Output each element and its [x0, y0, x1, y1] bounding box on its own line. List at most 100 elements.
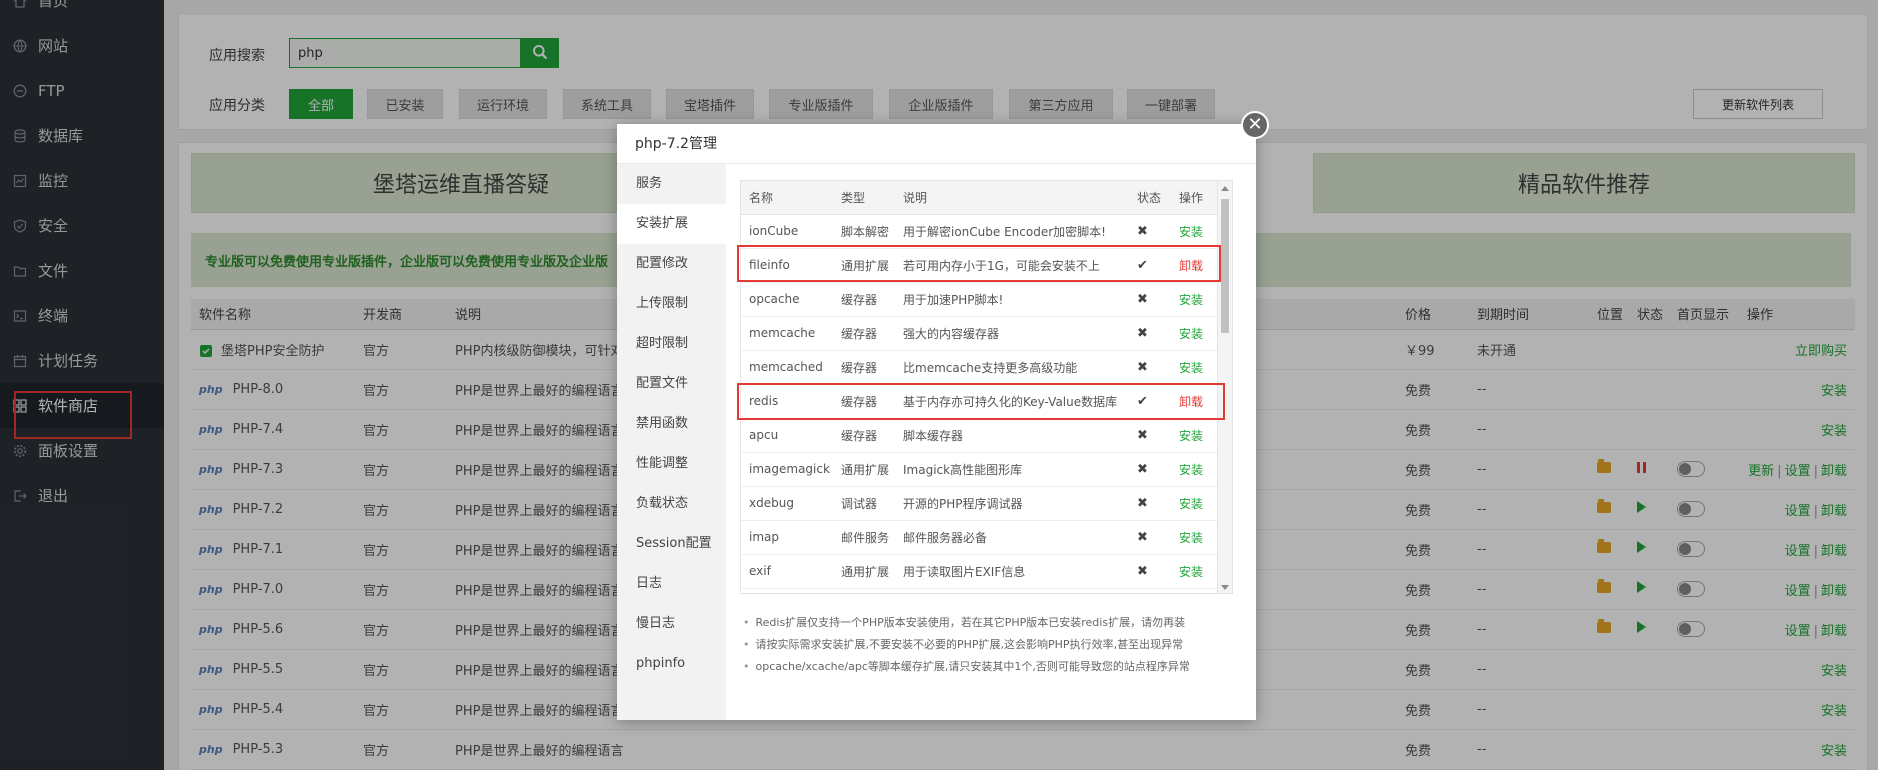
cross-icon: ✖: [1129, 418, 1171, 453]
cross-icon: ✖: [1129, 282, 1171, 317]
scroll-up-icon[interactable]: [1221, 186, 1229, 191]
php-manage-dialog: php-7.2管理 ✕ 服务 安装扩展 配置修改 上传限制 超时限制 配置文件 …: [617, 111, 1269, 720]
cross-icon: ✖: [1129, 316, 1171, 351]
col-ext-type: 类型: [833, 181, 895, 215]
nav-item-disabled-functions[interactable]: 禁用函数: [617, 404, 726, 444]
ext-name: imagemagick: [741, 452, 833, 487]
scroll-thumb[interactable]: [1221, 199, 1229, 333]
ext-desc: 开源的PHP程序调试器: [895, 486, 1129, 521]
table-row: exif 通用扩展 用于读取图片EXIF信息 ✖ 安装: [741, 554, 1219, 589]
ext-name: memcache: [741, 316, 833, 351]
ext-desc: 若可用内存小于1G，可能会安装不上: [895, 248, 1129, 283]
check-icon: ✔: [1129, 384, 1171, 419]
table-row: memcached 缓存器 比memcache支持更多高级功能 ✖ 安装: [741, 350, 1219, 385]
cross-icon: ✖: [1129, 554, 1171, 589]
table-row: imap 邮件服务 邮件服务器必备 ✖ 安装: [741, 520, 1219, 555]
col-ext-status: 状态: [1129, 181, 1171, 215]
ext-type: 缓存器: [833, 384, 895, 419]
uninstall-link[interactable]: 卸载: [1179, 395, 1203, 409]
nav-item-config-file[interactable]: 配置文件: [617, 364, 726, 404]
dialog-title: php-7.2管理: [617, 124, 1256, 164]
ext-name: exif: [741, 554, 833, 589]
ext-type: 通用扩展: [833, 554, 895, 589]
ext-name: opcache: [741, 282, 833, 317]
table-row: imagemagick 通用扩展 Imagick高性能图形库 ✖ 安装: [741, 452, 1219, 487]
dialog-nav: 服务 安装扩展 配置修改 上传限制 超时限制 配置文件 禁用函数 性能调整 负载…: [617, 164, 726, 720]
scroll-down-icon[interactable]: [1221, 585, 1229, 590]
tip-item: opcache/xcache/apc等脚本缓存扩展,请只安装其中1个,否则可能导…: [743, 656, 1248, 678]
nav-item-config-edit[interactable]: 配置修改: [617, 244, 726, 284]
tip-item: Redis扩展仅支持一个PHP版本安装使用，若在其它PHP版本已安装redis扩…: [743, 612, 1248, 634]
table-row: redis 缓存器 基于内存亦可持久化的Key-Value数据库 ✔ 卸载: [741, 384, 1219, 419]
nav-item-upload-limit[interactable]: 上传限制: [617, 284, 726, 324]
close-button[interactable]: ✕: [1241, 111, 1269, 139]
nav-item-load-status[interactable]: 负载状态: [617, 484, 726, 524]
table-row: memcache 缓存器 强大的内容缓存器 ✖ 安装: [741, 316, 1219, 351]
ext-type: 缓存器: [833, 418, 895, 453]
ext-desc: 比memcache支持更多高级功能: [895, 350, 1129, 385]
table-row: apcu 缓存器 脚本缓存器 ✖ 安装: [741, 418, 1219, 453]
col-ext-desc: 说明: [895, 181, 1129, 215]
ext-type: 缓存器: [833, 316, 895, 351]
ext-type: 通用扩展: [833, 248, 895, 283]
cross-icon: ✖: [1129, 520, 1171, 555]
install-link[interactable]: 安装: [1179, 293, 1203, 307]
tips-list: Redis扩展仅支持一个PHP版本安装使用，若在其它PHP版本已安装redis扩…: [743, 612, 1248, 678]
nav-item-timeout-limit[interactable]: 超时限制: [617, 324, 726, 364]
ext-desc: 基于内存亦可持久化的Key-Value数据库: [895, 384, 1129, 419]
ext-desc: 脚本缓存器: [895, 418, 1129, 453]
ext-desc: 邮件服务器必备: [895, 520, 1129, 555]
uninstall-link[interactable]: 卸载: [1179, 259, 1203, 273]
ext-type: 脚本解密: [833, 214, 895, 249]
install-link[interactable]: 安装: [1179, 497, 1203, 511]
ext-name: apcu: [741, 418, 833, 453]
nav-item-slow-log[interactable]: 慢日志: [617, 604, 726, 644]
ext-name: ionCube: [741, 214, 833, 249]
install-link[interactable]: 安装: [1179, 327, 1203, 341]
install-link[interactable]: 安装: [1179, 429, 1203, 443]
close-icon: ✕: [1247, 114, 1263, 135]
dialog-body: 名称 类型 说明 状态 操作 ionCube 脚本解密 用于解密ionCube …: [726, 164, 1256, 720]
cross-icon: ✖: [1129, 452, 1171, 487]
install-link[interactable]: 安装: [1179, 463, 1203, 477]
extensions-table-container[interactable]: 名称 类型 说明 状态 操作 ionCube 脚本解密 用于解密ionCube …: [740, 180, 1233, 594]
ext-desc: 用于读取图片EXIF信息: [895, 554, 1129, 589]
nav-item-install-extensions[interactable]: 安装扩展: [617, 204, 726, 244]
cross-icon: ✖: [1129, 350, 1171, 385]
ext-type: 调试器: [833, 486, 895, 521]
ext-name: fileinfo: [741, 248, 833, 283]
nav-item-log[interactable]: 日志: [617, 564, 726, 604]
ext-type: 缓存器: [833, 282, 895, 317]
ext-desc: 用于加速PHP脚本!: [895, 282, 1129, 317]
install-link[interactable]: 安装: [1179, 225, 1203, 239]
nav-item-service[interactable]: 服务: [617, 164, 726, 204]
ext-name: redis: [741, 384, 833, 419]
ext-desc: 强大的内容缓存器: [895, 316, 1129, 351]
ext-type: 邮件服务: [833, 520, 895, 555]
table-row: fileinfo 通用扩展 若可用内存小于1G，可能会安装不上 ✔ 卸载: [741, 248, 1219, 283]
extensions-table: 名称 类型 说明 状态 操作 ionCube 脚本解密 用于解密ionCube …: [741, 181, 1219, 589]
ext-name: xdebug: [741, 486, 833, 521]
col-ext-name: 名称: [741, 181, 833, 215]
install-link[interactable]: 安装: [1179, 531, 1203, 545]
tip-item: 请按实际需求安装扩展,不要安装不必要的PHP扩展,这会影响PHP执行效率,甚至出…: [743, 634, 1248, 656]
ext-name: memcached: [741, 350, 833, 385]
table-row: opcache 缓存器 用于加速PHP脚本! ✖ 安装: [741, 282, 1219, 317]
ext-desc: 用于解密ionCube Encoder加密脚本!: [895, 214, 1129, 249]
install-link[interactable]: 安装: [1179, 361, 1203, 375]
extensions-scrollbar[interactable]: [1217, 181, 1232, 593]
table-header-row: 名称 类型 说明 状态 操作: [741, 181, 1219, 215]
nav-item-performance[interactable]: 性能调整: [617, 444, 726, 484]
ext-desc: Imagick高性能图形库: [895, 452, 1129, 487]
nav-item-phpinfo[interactable]: phpinfo: [617, 644, 726, 684]
ext-type: 缓存器: [833, 350, 895, 385]
check-icon: ✔: [1129, 248, 1171, 283]
install-link[interactable]: 安装: [1179, 565, 1203, 579]
ext-type: 通用扩展: [833, 452, 895, 487]
ext-name: imap: [741, 520, 833, 555]
nav-item-session-config[interactable]: Session配置: [617, 524, 726, 564]
table-row: ionCube 脚本解密 用于解密ionCube Encoder加密脚本! ✖ …: [741, 214, 1219, 249]
col-ext-action: 操作: [1171, 181, 1219, 215]
table-row: xdebug 调试器 开源的PHP程序调试器 ✖ 安装: [741, 486, 1219, 521]
cross-icon: ✖: [1129, 486, 1171, 521]
